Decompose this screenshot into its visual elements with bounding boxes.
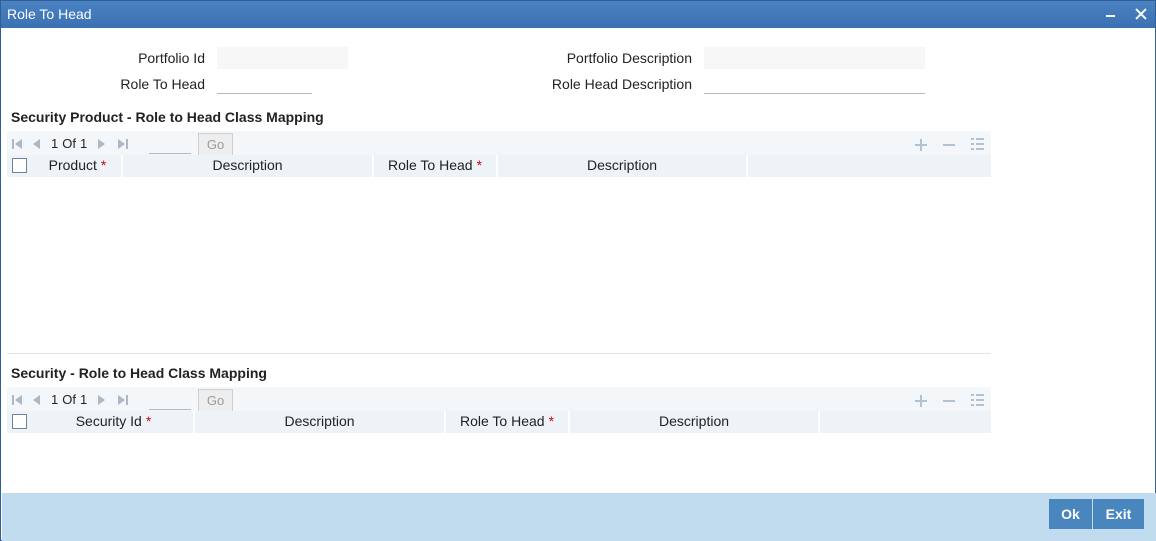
window-title: Role To Head: [7, 6, 92, 22]
section-divider: [7, 353, 991, 354]
security-go-button[interactable]: Go: [198, 389, 233, 412]
column-header[interactable]: Role To Head *: [374, 155, 498, 177]
column-header[interactable]: Description: [498, 155, 748, 177]
previous-page-icon[interactable]: [31, 394, 43, 406]
security-mapping-section-title: Security - Role to Head Class Mapping: [11, 365, 267, 381]
security-page-info: 1 Of 1: [51, 392, 88, 407]
dialog-window: Role To Head Portfolio Id Role To Head P…: [0, 0, 1156, 541]
product-grid-toolbar: 1 Of 1 Go: [7, 131, 991, 157]
portfolio-id-label: Portfolio Id: [138, 50, 205, 66]
product-mapping-section-title: Security Product - Role to Head Class Ma…: [11, 109, 324, 125]
last-page-icon[interactable]: [118, 138, 130, 150]
last-page-icon[interactable]: [118, 394, 130, 406]
column-header[interactable]: Security Id *: [34, 411, 195, 433]
next-page-icon[interactable]: [96, 138, 108, 150]
first-page-icon[interactable]: [12, 138, 24, 150]
column-header[interactable]: Description: [123, 155, 374, 177]
delete-row-icon[interactable]: [942, 137, 956, 151]
add-row-icon[interactable]: [914, 393, 928, 407]
role-head-description-field[interactable]: [704, 72, 925, 94]
portfolio-description-field[interactable]: [704, 47, 925, 69]
select-all-checkbox[interactable]: [12, 158, 27, 173]
close-icon[interactable]: [1132, 5, 1150, 23]
add-row-icon[interactable]: [914, 137, 928, 151]
single-view-icon[interactable]: [970, 393, 984, 407]
column-header[interactable]: Description: [195, 411, 446, 433]
product-go-button[interactable]: Go: [198, 133, 233, 156]
role-to-head-label: Role To Head: [120, 76, 205, 92]
security-page-number-input[interactable]: [149, 390, 191, 410]
column-header[interactable]: Role To Head *: [446, 411, 570, 433]
delete-row-icon[interactable]: [942, 393, 956, 407]
product-grid-header: Product * Description Role To Head * Descr…: [7, 155, 991, 177]
single-view-icon[interactable]: [970, 137, 984, 151]
portfolio-id-field[interactable]: [217, 47, 348, 69]
product-page-info: 1 Of 1: [51, 136, 88, 151]
portfolio-description-label: Portfolio Description: [566, 50, 692, 66]
product-page-number-input[interactable]: [149, 134, 191, 154]
security-grid-toolbar: 1 Of 1 Go: [7, 387, 991, 413]
previous-page-icon[interactable]: [31, 138, 43, 150]
column-header[interactable]: Product *: [34, 155, 123, 177]
ok-button[interactable]: Ok: [1049, 499, 1092, 529]
select-all-checkbox[interactable]: [12, 414, 27, 429]
title-bar: Role To Head: [1, 1, 1155, 28]
role-to-head-field[interactable]: [217, 72, 312, 94]
next-page-icon[interactable]: [96, 394, 108, 406]
exit-button[interactable]: Exit: [1093, 499, 1144, 529]
minimize-icon[interactable]: [1102, 5, 1120, 23]
security-grid-header: Security Id * Description Role To Head * D…: [7, 411, 991, 433]
footer-bar: Ok Exit: [2, 493, 1156, 541]
first-page-icon[interactable]: [12, 394, 24, 406]
column-header[interactable]: Description: [570, 411, 820, 433]
role-head-description-label: Role Head Description: [551, 76, 692, 92]
